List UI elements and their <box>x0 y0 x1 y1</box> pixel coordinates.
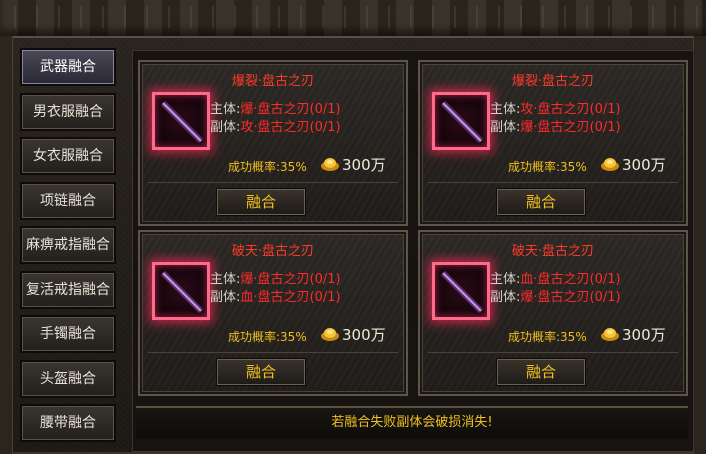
sub-material: 副体:爆·盘古之刃(0/1) <box>490 116 621 135</box>
sub-material: 副体:攻·盘古之刃(0/1) <box>210 116 341 135</box>
card-title: 破天·盘古之刃 <box>511 244 595 259</box>
sub-material: 副体:血·盘古之刃(0/1) <box>210 286 341 305</box>
sub-value: 攻·盘古之刃(0/1) <box>240 120 341 135</box>
window-top-border <box>0 0 706 38</box>
item-slot[interactable] <box>152 262 210 320</box>
item-slot[interactable] <box>152 92 210 150</box>
card-title: 破天·盘古之刃 <box>231 244 315 259</box>
main-value: 血·盘古之刃(0/1) <box>520 272 621 287</box>
divider <box>428 352 678 353</box>
sword-icon <box>160 100 204 144</box>
main-material: 主体:爆·盘古之刃(0/1) <box>210 268 341 287</box>
main-value: 爆·盘古之刃(0/1) <box>240 102 341 117</box>
cost-amount: 300万 <box>622 326 666 344</box>
main-value: 爆·盘古之刃(0/1) <box>240 272 341 287</box>
gold-ingot-icon <box>601 328 619 341</box>
item-slot[interactable] <box>432 262 490 320</box>
fuse-button[interactable]: 融合 <box>496 358 586 386</box>
sub-value: 爆·盘古之刃(0/1) <box>520 120 621 135</box>
fusion-card: 破天·盘古之刃 主体:爆·盘古之刃(0/1) 副体:血·盘古之刃(0/1) 成功… <box>138 230 408 396</box>
fusion-card: 爆裂·盘古之刃 主体:爆·盘古之刃(0/1) 副体:攻·盘古之刃(0/1) 成功… <box>138 60 408 226</box>
cost-amount: 300万 <box>342 156 386 174</box>
sub-label: 副体: <box>210 290 241 305</box>
main-label: 主体: <box>490 102 521 117</box>
tab-weapon-fusion[interactable]: 武器融合 <box>20 48 116 86</box>
tab-necklace-fusion[interactable]: 项链融合 <box>20 182 116 220</box>
sub-material: 副体:爆·盘古之刃(0/1) <box>490 286 621 305</box>
sword-icon <box>440 100 484 144</box>
tab-bracelet-fusion[interactable]: 手镯融合 <box>20 315 116 353</box>
left-border <box>0 36 13 454</box>
success-rate: 成功概率:35% <box>508 330 587 344</box>
sub-label: 副体: <box>490 120 521 135</box>
card-title: 爆裂·盘古之刃 <box>231 74 315 89</box>
sword-icon <box>440 270 484 314</box>
main-material: 主体:攻·盘古之刃(0/1) <box>490 98 621 117</box>
cost-amount: 300万 <box>342 326 386 344</box>
divider <box>148 352 398 353</box>
category-tabs: 武器融合 男衣服融合 女衣服融合 项链融合 麻痹戒指融合 复活戒指融合 手镯融合… <box>16 44 126 454</box>
tab-revival-ring-fusion[interactable]: 复活戒指融合 <box>20 271 116 309</box>
gold-ingot-icon <box>321 158 339 171</box>
tab-helmet-fusion[interactable]: 头盔融合 <box>20 360 116 398</box>
fusion-card: 爆裂·盘古之刃 主体:攻·盘古之刃(0/1) 副体:爆·盘古之刃(0/1) 成功… <box>418 60 688 226</box>
divider <box>428 182 678 183</box>
card-title: 爆裂·盘古之刃 <box>511 74 595 89</box>
sword-icon <box>160 270 204 314</box>
fuse-button[interactable]: 融合 <box>216 188 306 216</box>
gold-ingot-icon <box>321 328 339 341</box>
tab-belt-fusion[interactable]: 腰带融合 <box>20 404 116 442</box>
main-label: 主体: <box>210 272 241 287</box>
main-label: 主体: <box>210 102 241 117</box>
item-slot[interactable] <box>432 92 490 150</box>
fusion-card: 破天·盘古之刃 主体:血·盘古之刃(0/1) 副体:爆·盘古之刃(0/1) 成功… <box>418 230 688 396</box>
sub-value: 血·盘古之刃(0/1) <box>240 290 341 305</box>
divider <box>148 182 398 183</box>
gold-ingot-icon <box>601 158 619 171</box>
failure-warning: 若融合失败副体会破损消失! <box>136 406 688 438</box>
fuse-button[interactable]: 融合 <box>216 358 306 386</box>
main-label: 主体: <box>490 272 521 287</box>
success-rate: 成功概率:35% <box>228 160 307 174</box>
cost-amount: 300万 <box>622 156 666 174</box>
main-value: 攻·盘古之刃(0/1) <box>520 102 621 117</box>
main-material: 主体:血·盘古之刃(0/1) <box>490 268 621 287</box>
fuse-button[interactable]: 融合 <box>496 188 586 216</box>
tab-female-clothes-fusion[interactable]: 女衣服融合 <box>20 137 116 175</box>
sub-label: 副体: <box>490 290 521 305</box>
sub-label: 副体: <box>210 120 241 135</box>
sub-value: 爆·盘古之刃(0/1) <box>520 290 621 305</box>
success-rate: 成功概率:35% <box>508 160 587 174</box>
success-rate: 成功概率:35% <box>228 330 307 344</box>
tab-paralysis-ring-fusion[interactable]: 麻痹戒指融合 <box>20 226 116 264</box>
right-border <box>693 36 706 454</box>
main-material: 主体:爆·盘古之刃(0/1) <box>210 98 341 117</box>
tab-male-clothes-fusion[interactable]: 男衣服融合 <box>20 93 116 131</box>
